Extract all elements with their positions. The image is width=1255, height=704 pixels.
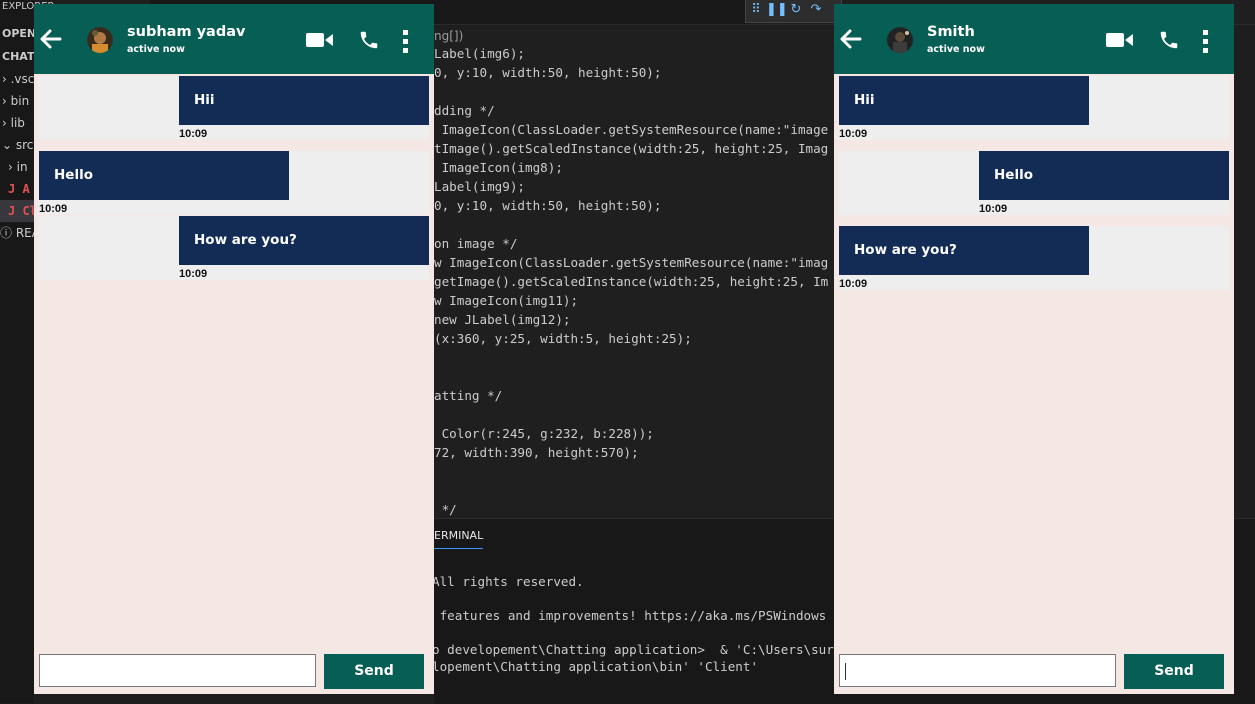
code-line: on image */ xyxy=(434,236,518,251)
code-editor[interactable]: ng[]) Label(img6); 0, y:10, width:50, hei… xyxy=(434,28,834,518)
code-line: ImageIcon(ClassLoader.getSystemResource(… xyxy=(434,122,829,137)
code-line: w ImageIcon(img11); xyxy=(434,293,579,308)
avatar[interactable] xyxy=(887,27,913,53)
code-line: ImageIcon(img8); xyxy=(434,160,563,175)
message-bubble: How are you? xyxy=(179,216,429,265)
message-row: Hii 10:09 xyxy=(38,76,429,140)
phone-icon[interactable] xyxy=(1158,29,1180,51)
terminal-line: o developement\Chatting application> & '… xyxy=(434,642,872,657)
terminal-line: lopement\Chatting application\bin' 'Clie… xyxy=(434,659,759,674)
chat-window-right: Smith active now Hii 10:09 Hello 10:09 H… xyxy=(834,4,1234,694)
file-client-java[interactable]: J Cl xyxy=(0,200,37,222)
file-a-java[interactable]: J A xyxy=(8,178,30,200)
code-line: getImage().getScaledInstance(width:25, h… xyxy=(434,274,829,289)
text-caret xyxy=(845,663,846,680)
code-line: dding */ xyxy=(434,103,495,118)
step-icon[interactable]: ↷ xyxy=(806,0,826,20)
avatar[interactable] xyxy=(87,27,113,53)
code-line: Label(img6); xyxy=(434,46,525,61)
open-editors-section[interactable]: OPEN xyxy=(2,23,36,45)
more-vertical-icon[interactable] xyxy=(398,29,414,55)
code-line: tImage().getScaledInstance(width:25, hei… xyxy=(434,141,829,156)
code-line: new JLabel(img12); xyxy=(434,312,571,327)
code-line: 72, width:390, height:570); xyxy=(434,445,639,460)
pause-icon[interactable]: ❚❚ xyxy=(766,0,788,20)
send-button[interactable]: Send xyxy=(1124,654,1224,689)
code-line: 0, y:10, width:50, height:50); xyxy=(434,198,662,213)
contact-name: subham yadav xyxy=(127,24,246,40)
message-row: How are you? 10:09 xyxy=(38,216,429,280)
back-arrow-icon[interactable] xyxy=(838,26,864,52)
terminal-line: All rights reserved. xyxy=(434,574,584,589)
contact-status: active now xyxy=(127,44,185,55)
message-time: 10:09 xyxy=(39,203,68,215)
contact-name: Smith xyxy=(927,24,975,40)
chat-header: subham yadav active now xyxy=(34,4,434,74)
restart-icon[interactable]: ↻ xyxy=(786,0,806,20)
breadcrumb: ng[]) xyxy=(434,29,464,43)
message-bubble: Hello xyxy=(979,151,1229,200)
code-lines: Label(img6); 0, y:10, width:50, height:50… xyxy=(434,44,834,518)
code-line: 0, y:10, width:50, height:50); xyxy=(434,65,662,80)
message-row: How are you? 10:09 xyxy=(838,226,1229,290)
drag-handle-icon[interactable]: ⠿ xyxy=(746,0,766,20)
terminal-output: All rights reserved. features and improv… xyxy=(434,573,872,675)
message-time: 10:09 xyxy=(179,128,208,140)
message-bubble: Hii xyxy=(179,76,429,125)
chat-header: Smith active now xyxy=(834,4,1234,74)
code-line: (x:360, y:25, width:5, height:25); xyxy=(434,331,692,346)
message-time: 10:09 xyxy=(179,268,208,280)
send-button[interactable]: Send xyxy=(324,654,424,689)
message-bubble: Hello xyxy=(39,151,289,200)
message-row: Hii 10:09 xyxy=(838,76,1229,140)
code-line: Label(img9); xyxy=(434,179,525,194)
file-client-label: J Cl xyxy=(8,204,37,218)
video-call-icon[interactable] xyxy=(1106,31,1134,49)
message-bubble: How are you? xyxy=(839,226,1089,275)
code-line: */ xyxy=(434,502,457,517)
message-time: 10:09 xyxy=(839,128,868,140)
explorer-sidebar: EXPLORER OPEN CHATT › .vsc › bin › lib ⌄… xyxy=(0,0,55,703)
video-call-icon[interactable] xyxy=(306,31,334,49)
message-list: Hii 10:09 Hello 10:09 How are you? 10:09 xyxy=(838,74,1229,644)
folder-lib[interactable]: › lib xyxy=(2,112,25,134)
debug-toolbar[interactable]: ⠿ ❚❚ ↻ ↷ xyxy=(745,0,842,23)
contact-status: active now xyxy=(927,44,985,55)
code-line: atting */ xyxy=(434,388,503,403)
message-input[interactable] xyxy=(839,654,1116,687)
message-list: Hii 10:09 Hello 10:09 How are you? 10:09 xyxy=(38,74,429,644)
message-bubble: Hii xyxy=(839,76,1089,125)
message-row: Hello 10:09 xyxy=(838,151,1229,215)
back-arrow-icon[interactable] xyxy=(38,26,64,52)
message-row: Hello 10:09 xyxy=(38,151,429,215)
more-vertical-icon[interactable] xyxy=(1198,29,1214,55)
tab-terminal[interactable]: ERMINAL xyxy=(434,529,484,549)
code-line: w ImageIcon(ClassLoader.getSystemResourc… xyxy=(434,255,829,270)
message-input[interactable] xyxy=(39,654,316,687)
chat-window-left: subham yadav active now Hii 10:09 Hello … xyxy=(34,4,434,694)
terminal-line: features and improvements! https://aka.m… xyxy=(434,608,827,623)
message-time: 10:09 xyxy=(979,203,1008,215)
folder-in[interactable]: › in xyxy=(8,156,28,178)
folder-vscode[interactable]: › .vsc xyxy=(2,68,34,90)
code-line: Color(r:245, g:232, b:228)); xyxy=(434,426,654,441)
folder-bin[interactable]: › bin xyxy=(2,90,29,112)
phone-icon[interactable] xyxy=(358,29,380,51)
message-time: 10:09 xyxy=(839,278,868,290)
folder-src[interactable]: ⌄ src xyxy=(2,134,33,156)
